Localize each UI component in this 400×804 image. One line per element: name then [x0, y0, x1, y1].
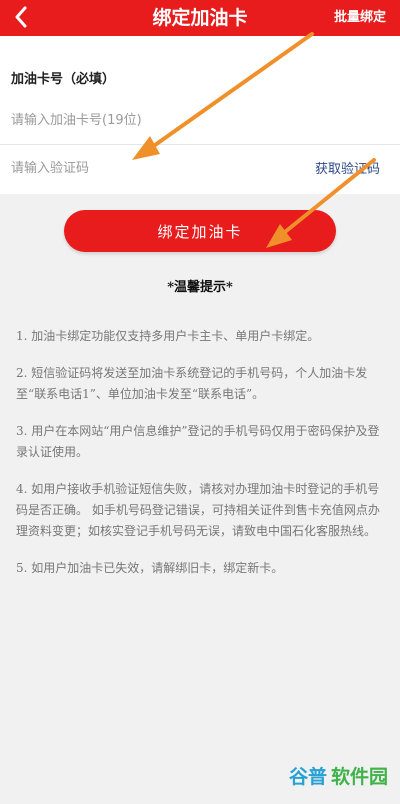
form-divider [0, 144, 400, 145]
bind-form: 加油卡号（必填） 获取验证码 [0, 36, 400, 194]
tip-item: 1. 加油卡绑定功能仅支持多用户卡主卡、单用户卡绑定。 [16, 329, 320, 343]
app-header: 绑定加油卡 批量绑定 [0, 0, 400, 36]
card-number-label: 加油卡号（必填） [11, 72, 116, 87]
bind-card-button[interactable]: 绑定加油卡 [64, 210, 336, 252]
card-number-input[interactable] [11, 108, 271, 132]
get-code-button[interactable]: 获取验证码 [315, 158, 380, 177]
tip-item: 3. 用户在本网站“用户信息维护”登记的手机号码仅用于密码保护及登录认证使用。 [16, 424, 380, 459]
tips-title: *温馨提示* [167, 280, 233, 295]
tip-item: 5. 如用户加油卡已失效，请解绑旧卡，绑定新卡。 [16, 561, 284, 575]
tip-item: 2. 短信验证码将发送至加油卡系统登记的手机号码，个人加油卡发至“联系电话1”、… [16, 366, 368, 401]
verification-code-input[interactable] [11, 156, 211, 180]
watermark-sub: 软件园 [330, 766, 388, 788]
watermark-logo: 谷普 软件园 [289, 762, 388, 789]
watermark-main: 谷普 [288, 766, 327, 788]
tips-list: 1. 加油卡绑定功能仅支持多用户卡主卡、单用户卡绑定。 2. 短信验证码将发送至… [16, 326, 386, 595]
batch-bind-button[interactable]: 批量绑定 [334, 0, 386, 36]
tip-item: 4. 如用户接收手机验证短信失败，请核对办理加油卡时登记的手机号码是否正确。 如… [16, 482, 380, 538]
